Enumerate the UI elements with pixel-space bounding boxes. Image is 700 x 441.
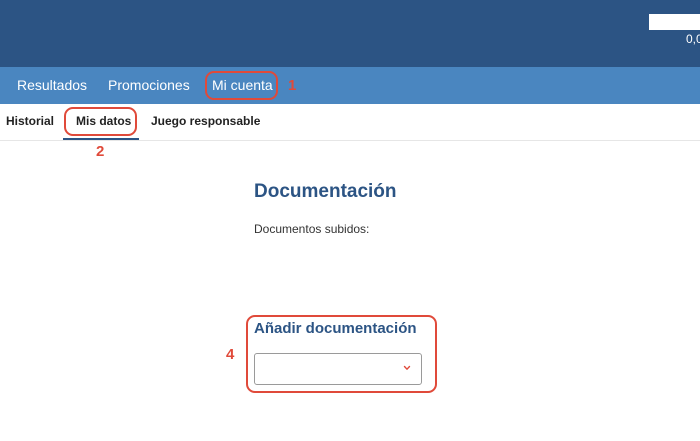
annotation-step-4: 4 [226, 346, 235, 363]
balance-value: 0,0 [686, 32, 700, 46]
tab-historial[interactable]: Historial [6, 104, 54, 140]
main-nav: Resultados Promociones Mi cuenta [0, 67, 700, 104]
annotation-step-2: 2 [96, 143, 105, 160]
uploaded-documents-label: Documentos subidos: [254, 222, 370, 236]
annotation-step-1: 1 [288, 77, 297, 94]
document-type-select[interactable] [254, 353, 422, 385]
add-documentation-title: Añadir documentación [254, 320, 417, 337]
balance-box [649, 14, 700, 30]
annotation-highlight-mis-datos [64, 107, 137, 136]
top-header-bar: 0,0 [0, 0, 700, 67]
chevron-down-icon [403, 365, 411, 370]
tab-juego-responsable[interactable]: Juego responsable [151, 104, 260, 140]
annotation-highlight-mi-cuenta [205, 71, 278, 100]
nav-item-promociones[interactable]: Promociones [108, 67, 190, 104]
active-tab-underline [63, 138, 139, 140]
page-title: Documentación [254, 181, 397, 202]
nav-item-resultados[interactable]: Resultados [17, 67, 87, 104]
